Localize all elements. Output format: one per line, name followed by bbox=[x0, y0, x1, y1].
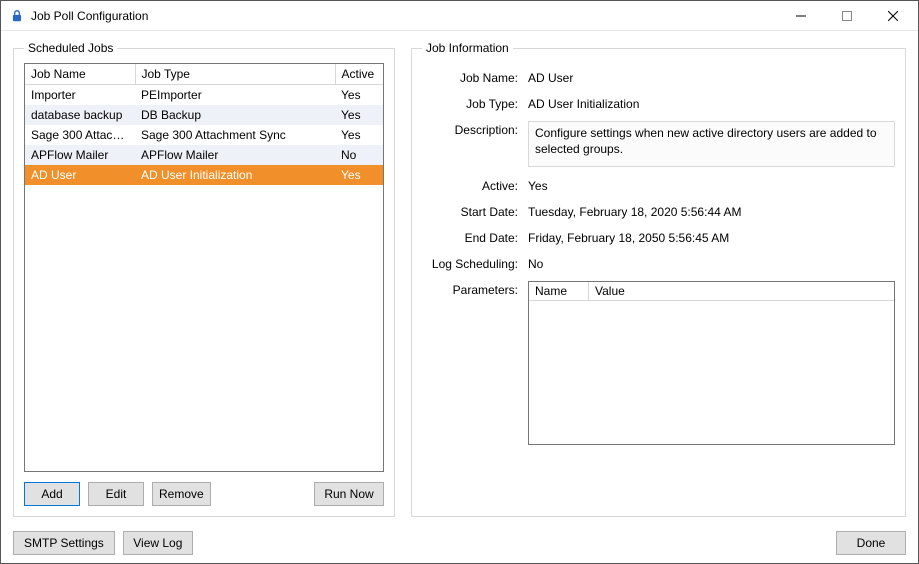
job-info-rows: Job Name: AD User Job Type: AD User Init… bbox=[422, 63, 895, 445]
maximize-button[interactable] bbox=[824, 1, 870, 31]
window-title: Job Poll Configuration bbox=[31, 9, 148, 23]
value-job-name: AD User bbox=[528, 69, 895, 85]
table-cell-active: Yes bbox=[335, 125, 383, 145]
job-poll-config-window: Job Poll Configuration Scheduled Jobs bbox=[0, 0, 919, 564]
table-cell-type: PEImporter bbox=[135, 85, 335, 106]
value-start-date: Tuesday, February 18, 2020 5:56:44 AM bbox=[528, 203, 895, 219]
label-description: Description: bbox=[422, 121, 518, 137]
jobs-table[interactable]: Job Name Job Type Active ImporterPEImpor… bbox=[25, 64, 383, 185]
table-cell-name: AD User bbox=[25, 165, 135, 185]
edit-button[interactable]: Edit bbox=[88, 482, 144, 506]
smtp-settings-button[interactable]: SMTP Settings bbox=[13, 531, 115, 555]
table-row[interactable]: ImporterPEImporterYes bbox=[25, 85, 383, 106]
done-button[interactable]: Done bbox=[836, 531, 906, 555]
bottom-buttons-row: SMTP Settings View Log Done bbox=[13, 531, 906, 555]
table-cell-name: database backup bbox=[25, 105, 135, 125]
table-cell-active: Yes bbox=[335, 105, 383, 125]
value-end-date: Friday, February 18, 2050 5:56:45 AM bbox=[528, 229, 895, 245]
titlebar: Job Poll Configuration bbox=[1, 1, 918, 31]
add-button[interactable]: Add bbox=[24, 482, 80, 506]
value-log-scheduling: No bbox=[528, 255, 895, 271]
lock-icon bbox=[9, 8, 25, 24]
table-cell-name: Importer bbox=[25, 85, 135, 106]
table-row[interactable]: database backupDB BackupYes bbox=[25, 105, 383, 125]
run-now-button[interactable]: Run Now bbox=[314, 482, 384, 506]
label-parameters: Parameters: bbox=[422, 281, 518, 297]
table-cell-active: Yes bbox=[335, 85, 383, 106]
table-cell-type: AD User Initialization bbox=[135, 165, 335, 185]
minimize-button[interactable] bbox=[778, 1, 824, 31]
label-end-date: End Date: bbox=[422, 229, 518, 245]
table-cell-name: APFlow Mailer bbox=[25, 145, 135, 165]
content-area: Scheduled Jobs Job Name Job Type Active bbox=[1, 31, 918, 563]
parameters-header-value[interactable]: Value bbox=[589, 282, 894, 300]
table-cell-active: Yes bbox=[335, 165, 383, 185]
jobs-buttons-row: Add Edit Remove Run Now bbox=[24, 482, 384, 506]
job-information-group: Job Information Job Name: AD User Job Ty… bbox=[411, 41, 906, 517]
label-job-type: Job Type: bbox=[422, 95, 518, 111]
table-row[interactable]: AD UserAD User InitializationYes bbox=[25, 165, 383, 185]
value-description: Configure settings when new active direc… bbox=[528, 121, 895, 167]
scheduled-jobs-legend: Scheduled Jobs bbox=[24, 41, 117, 55]
scheduled-jobs-group: Scheduled Jobs Job Name Job Type Active bbox=[13, 41, 395, 517]
value-job-type: AD User Initialization bbox=[528, 95, 895, 111]
jobs-header-name[interactable]: Job Name bbox=[25, 64, 135, 85]
table-cell-type: Sage 300 Attachment Sync bbox=[135, 125, 335, 145]
table-cell-active: No bbox=[335, 145, 383, 165]
label-active: Active: bbox=[422, 177, 518, 193]
jobs-table-container: Job Name Job Type Active ImporterPEImpor… bbox=[24, 63, 384, 472]
label-start-date: Start Date: bbox=[422, 203, 518, 219]
job-information-legend: Job Information bbox=[422, 41, 513, 55]
view-log-button[interactable]: View Log bbox=[123, 531, 193, 555]
table-cell-type: APFlow Mailer bbox=[135, 145, 335, 165]
value-active: Yes bbox=[528, 177, 895, 193]
jobs-header-type[interactable]: Job Type bbox=[135, 64, 335, 85]
table-row[interactable]: APFlow MailerAPFlow MailerNo bbox=[25, 145, 383, 165]
parameters-table[interactable]: Name Value bbox=[528, 281, 895, 445]
remove-button[interactable]: Remove bbox=[152, 482, 211, 506]
parameters-header-name[interactable]: Name bbox=[529, 282, 589, 300]
label-job-name: Job Name: bbox=[422, 69, 518, 85]
table-cell-name: Sage 300 Attach sync bbox=[25, 125, 135, 145]
label-log-scheduling: Log Scheduling: bbox=[422, 255, 518, 271]
jobs-header-active[interactable]: Active bbox=[335, 64, 383, 85]
close-button[interactable] bbox=[870, 1, 916, 31]
table-row[interactable]: Sage 300 Attach syncSage 300 Attachment … bbox=[25, 125, 383, 145]
table-cell-type: DB Backup bbox=[135, 105, 335, 125]
